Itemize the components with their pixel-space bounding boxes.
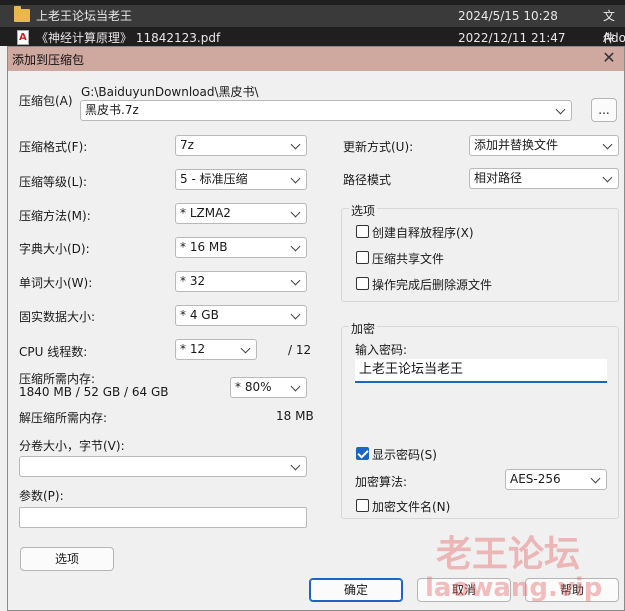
browse-button[interactable]: ... <box>591 98 617 122</box>
cpu-value: * 12 <box>180 342 206 356</box>
word-select[interactable]: * 32 <box>175 271 307 292</box>
cpu-select[interactable]: * 12 <box>175 339 257 360</box>
chevron-down-icon <box>590 470 602 489</box>
decompress-memory-value: 18 MB <box>276 409 314 423</box>
options-button[interactable]: 选项 <box>20 547 114 571</box>
folder-icon <box>14 6 30 22</box>
chevron-down-icon <box>602 136 614 155</box>
shared-label: 压缩共享文件 <box>372 252 445 266</box>
level-value: 5 - 标准压缩 <box>180 172 248 186</box>
shared-checkbox[interactable] <box>356 251 369 264</box>
path-mode-select[interactable]: 相对路径 <box>469 168 619 189</box>
word-label: 单词大小(W): <box>19 276 93 290</box>
chevron-down-icon <box>290 204 302 223</box>
format-select[interactable]: 7z <box>175 135 307 156</box>
archive-path: G:\BaiduyunDownload\黑皮书\ <box>81 85 259 99</box>
dict-select[interactable]: * 16 MB <box>175 237 307 258</box>
file-date: 2024/5/15 10:28 <box>458 9 558 23</box>
method-label: 压缩方法(M): <box>19 209 91 223</box>
memory-percent-select[interactable]: * 80% <box>230 377 307 398</box>
word-value: * 32 <box>180 274 206 288</box>
encryption-method-value: AES-256 <box>510 472 561 486</box>
chevron-down-icon <box>290 378 302 397</box>
dict-label: 字典大小(D): <box>19 242 90 256</box>
chevron-down-icon <box>240 340 252 359</box>
split-label: 分卷大小，字节(V): <box>19 439 125 453</box>
add-to-archive-dialog: 添加到压缩包 ✕ 压缩包(A) G:\BaiduyunDownload\黑皮书\… <box>7 46 625 611</box>
password-label: 输入密码: <box>355 343 408 357</box>
archive-name-value: 黑皮书.7z <box>85 103 139 117</box>
encryption-group-title: 加密 <box>349 320 378 337</box>
password-input[interactable]: 上老王论坛当老王 <box>355 359 607 383</box>
level-label: 压缩等级(L): <box>19 175 88 189</box>
solid-value: * 4 GB <box>180 308 219 322</box>
watermark-domain: laowang.vip <box>425 573 603 603</box>
params-label: 参数(P): <box>19 489 64 503</box>
delete-source-checkbox[interactable] <box>356 277 369 290</box>
show-password-checkbox[interactable] <box>356 447 369 460</box>
chevron-down-icon <box>555 101 567 120</box>
archive-label: 压缩包(A) <box>19 94 73 108</box>
chevron-down-icon <box>602 169 614 188</box>
show-password-label: 显示密码(S) <box>372 448 437 462</box>
split-size-combo[interactable] <box>19 456 307 477</box>
level-select[interactable]: 5 - 标准压缩 <box>175 169 307 190</box>
file-row-folder[interactable]: 上老王论坛当老王 2024/5/15 10:28 文件 <box>0 5 625 45</box>
encrypt-names-checkbox[interactable] <box>356 499 369 512</box>
format-value: 7z <box>180 138 194 152</box>
method-select[interactable]: * LZMA2 <box>175 203 307 224</box>
dialog-title: 添加到压缩包 <box>12 53 85 67</box>
pdf-file-icon <box>17 27 29 49</box>
encryption-method-label: 加密算法: <box>355 475 408 489</box>
ok-button[interactable]: 确定 <box>309 578 403 602</box>
dict-value: * 16 MB <box>180 240 228 254</box>
chevron-down-icon <box>290 306 302 325</box>
encrypt-names-label: 加密文件名(N) <box>372 500 451 514</box>
delete-source-label: 操作完成后删除源文件 <box>372 278 493 292</box>
password-value: 上老王论坛当老王 <box>359 362 464 377</box>
dialog-titlebar[interactable]: 添加到压缩包 ✕ <box>8 47 624 71</box>
options-group-title: 选项 <box>349 202 378 219</box>
update-mode-select[interactable]: 添加并替换文件 <box>469 135 619 156</box>
method-value: * LZMA2 <box>180 206 231 220</box>
decompress-memory-label: 解压缩所需内存: <box>19 411 108 425</box>
chevron-down-icon <box>290 170 302 189</box>
cpu-max: / 12 <box>288 343 312 357</box>
file-name: 上老王论坛当老王 <box>36 9 133 23</box>
file-explorer-list: 上老王论坛当老王 2024/5/15 10:28 文件 《神经计算原理》 118… <box>0 0 625 49</box>
solid-label: 固实数据大小: <box>19 310 96 324</box>
memory-value: 1840 MB / 52 GB / 64 GB <box>19 385 169 399</box>
params-input[interactable] <box>19 507 307 528</box>
sfx-label: 创建自释放程序(X) <box>372 226 474 240</box>
solid-select[interactable]: * 4 GB <box>175 305 307 326</box>
cpu-label: CPU 线程数: <box>19 345 88 359</box>
path-mode-label: 路径模式 <box>343 173 392 187</box>
memory-percent-value: * 80% <box>235 380 272 394</box>
path-mode-value: 相对路径 <box>474 171 523 185</box>
sfx-checkbox[interactable] <box>356 225 369 238</box>
chevron-down-icon <box>290 457 302 476</box>
update-mode-value: 添加并替换文件 <box>474 138 559 152</box>
chevron-down-icon <box>290 136 302 155</box>
chevron-down-icon <box>290 238 302 257</box>
watermark-text: 老王论坛 <box>436 534 581 575</box>
chevron-down-icon <box>290 272 302 291</box>
archive-name-combo[interactable]: 黑皮书.7z <box>80 100 572 121</box>
close-button[interactable]: ✕ <box>600 49 618 67</box>
encryption-method-select[interactable]: AES-256 <box>505 469 607 490</box>
update-mode-label: 更新方式(U): <box>343 140 414 154</box>
format-label: 压缩格式(F): <box>19 140 88 154</box>
